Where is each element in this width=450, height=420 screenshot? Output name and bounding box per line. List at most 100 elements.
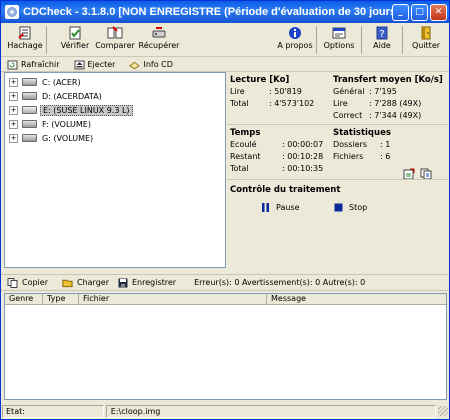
open-folder-icon xyxy=(62,278,73,288)
pause-button[interactable]: Pause xyxy=(261,203,300,212)
cd-info-icon xyxy=(129,60,141,70)
correct-label: Correct xyxy=(333,111,363,120)
dossiers-label: Dossiers xyxy=(333,140,367,149)
tree-item-c[interactable]: + C: (ACER) xyxy=(9,76,83,88)
statistiques-heading: Statistiques xyxy=(333,128,391,138)
pause-label: Pause xyxy=(276,203,300,212)
infocd-label: Info CD xyxy=(143,60,173,69)
minimize-button[interactable]: _ xyxy=(392,3,409,21)
toolbar-divider xyxy=(316,26,317,54)
expand-icon[interactable]: + xyxy=(9,133,18,143)
temps-total-label: Total xyxy=(230,164,249,173)
verifier-label: Vérifier xyxy=(60,41,90,50)
recuperer-button[interactable]: Récupérer xyxy=(137,24,181,55)
ejecter-label: Ejecter xyxy=(87,60,116,69)
ejecter-button[interactable]: Ejecter xyxy=(74,60,116,70)
general-value: : 7'195 xyxy=(369,87,397,96)
window-title: CDCheck - 3.1.8.0 [NON ENREGISTRE (Pério… xyxy=(23,6,392,18)
hard-drive-icon xyxy=(22,78,37,86)
tree-item-e[interactable]: + E: (SUSE LINUX 9.3 L) xyxy=(9,104,133,116)
quitter-button[interactable]: Quitter xyxy=(405,24,447,55)
tree-item-g[interactable]: + G: (VOLUME) xyxy=(9,132,95,144)
expand-icon[interactable]: + xyxy=(9,77,18,87)
tree-item-label: D: (ACERDATA) xyxy=(42,91,102,101)
resize-grip-icon[interactable] xyxy=(438,406,449,416)
apropos-button[interactable]: A propos xyxy=(276,24,314,55)
expand-icon[interactable]: + xyxy=(9,119,18,129)
hard-drive-icon xyxy=(22,92,37,100)
column-genre[interactable]: Genre xyxy=(5,294,43,304)
toolbar-divider xyxy=(46,26,47,54)
apropos-label: A propos xyxy=(277,41,313,50)
copier-button[interactable]: Copier xyxy=(7,277,48,288)
stop-label: Stop xyxy=(349,203,368,212)
tree-item-d[interactable]: + D: (ACERDATA) xyxy=(9,90,104,102)
compare-icon xyxy=(107,25,123,40)
drive-toolbar: Rafraîchir Ejecter Info CD xyxy=(1,58,449,72)
close-button[interactable]: ✕ xyxy=(430,3,447,21)
rafraichir-button[interactable]: Rafraîchir xyxy=(7,60,60,70)
log-list[interactable]: Genre Type Fichier Message xyxy=(4,293,447,400)
dossiers-value: : 1 xyxy=(380,140,391,149)
aide-button[interactable]: ? Aide xyxy=(364,24,400,55)
log-header: Genre Type Fichier Message xyxy=(5,294,446,305)
lire-value: : 50'819 xyxy=(269,87,302,96)
tree-item-label: C: (ACER) xyxy=(42,77,81,87)
stats-panel: Lecture [Ko] Lire : 50'819 Total : 4'573… xyxy=(227,72,448,268)
aide-label: Aide xyxy=(373,41,391,50)
expand-icon[interactable]: + xyxy=(9,105,18,115)
comparer-button[interactable]: Comparer xyxy=(95,24,135,55)
recuperer-label: Récupérer xyxy=(138,41,180,50)
verify-icon xyxy=(67,25,83,40)
hachage-button[interactable]: Hachage xyxy=(6,24,44,55)
enregistrer-button[interactable]: Enregistrer xyxy=(117,278,176,288)
maximize-button[interactable]: □ xyxy=(411,3,428,21)
transfert-lire-value: : 7'288 (49X) xyxy=(369,99,422,108)
column-fichier[interactable]: Fichier xyxy=(79,294,267,304)
rafraichir-label: Rafraîchir xyxy=(21,60,60,69)
column-type[interactable]: Type xyxy=(43,294,79,304)
divider xyxy=(227,179,448,180)
tree-item-label: G: (VOLUME) xyxy=(42,133,94,143)
expand-icon[interactable]: + xyxy=(9,91,18,101)
toolbar-divider xyxy=(402,26,403,54)
main-toolbar: Hachage Vérifier Comparer Récupérer A pr… xyxy=(1,24,449,57)
status-etat: Etat: xyxy=(2,404,104,418)
transfert-heading: Transfert moyen [Ko/s] xyxy=(333,75,443,85)
options-button[interactable]: Options xyxy=(319,24,359,55)
stop-icon xyxy=(334,203,343,212)
copier-label: Copier xyxy=(22,278,48,287)
log-counts: Erreur(s): 0 Avertissement(s): 0 Autre(s… xyxy=(194,278,366,287)
transfert-lire-label: Lire xyxy=(333,99,348,108)
total-value: : 4'573'102 xyxy=(269,99,315,108)
enregistrer-label: Enregistrer xyxy=(132,278,177,287)
cdcheck-window: CDCheck - 3.1.8.0 [NON ENREGISTRE (Pério… xyxy=(0,0,450,420)
help-icon: ? xyxy=(374,25,390,40)
lire-label: Lire xyxy=(230,87,245,96)
eject-icon xyxy=(74,60,85,70)
recover-icon xyxy=(151,25,167,40)
copy-icon xyxy=(7,277,18,288)
column-message[interactable]: Message xyxy=(267,294,446,304)
options-icon xyxy=(331,25,347,40)
hard-drive-icon xyxy=(22,134,37,142)
info-icon xyxy=(287,25,303,40)
fichiers-value: : 6 xyxy=(380,152,391,161)
ecoule-value: : 00:00:07 xyxy=(282,140,324,149)
correct-value: : 7'344 (49X) xyxy=(369,111,422,120)
tree-item-f[interactable]: + F: (VOLUME) xyxy=(9,118,93,130)
controle-heading: Contrôle du traitement xyxy=(230,185,341,195)
save-disk-icon xyxy=(117,278,128,288)
hard-drive-icon xyxy=(22,120,37,128)
charger-button[interactable]: Charger xyxy=(62,278,109,288)
restant-label: Restant xyxy=(230,152,261,161)
drive-tree[interactable]: + C: (ACER) + D: (ACERDATA) + E: (SUSE L… xyxy=(4,72,226,268)
cd-drive-icon xyxy=(22,106,37,114)
general-label: Général xyxy=(333,87,365,96)
toolbar-divider xyxy=(361,26,362,54)
verifier-button[interactable]: Vérifier xyxy=(57,24,93,55)
infocd-button[interactable]: Info CD xyxy=(129,60,173,70)
ecoule-label: Ecoulé xyxy=(230,140,257,149)
title-bar[interactable]: CDCheck - 3.1.8.0 [NON ENREGISTRE (Pério… xyxy=(1,1,449,23)
stop-button[interactable]: Stop xyxy=(334,203,367,212)
